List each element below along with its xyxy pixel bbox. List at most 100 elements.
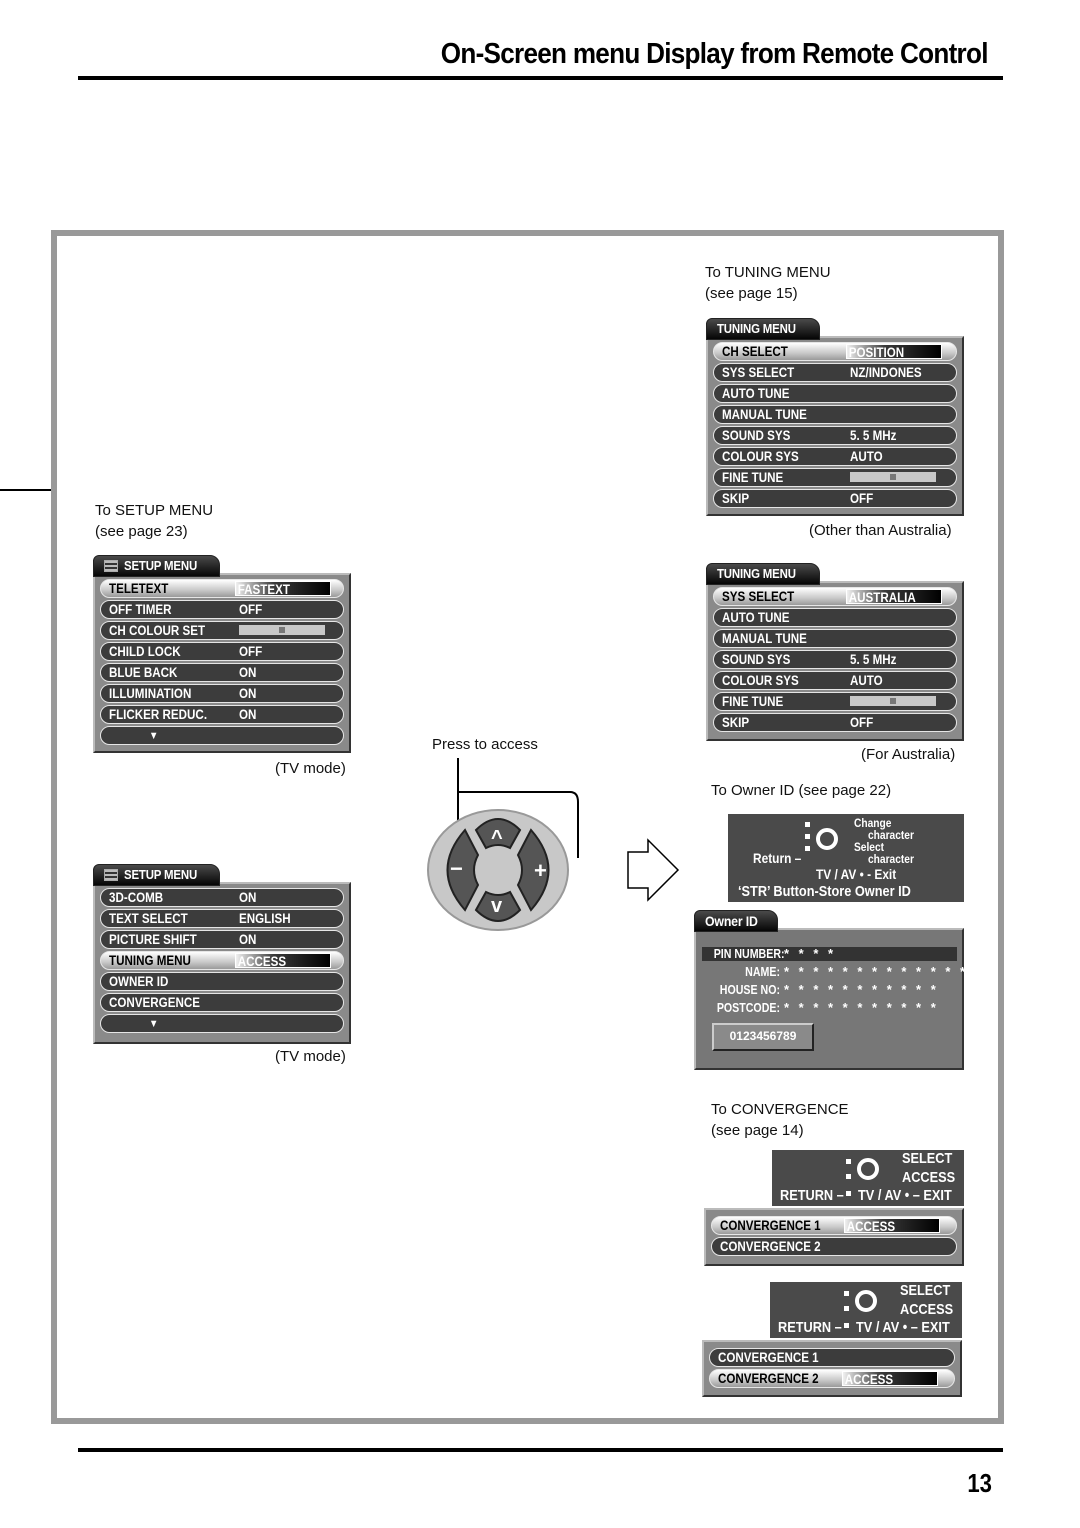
menu-item[interactable]: CONVERGENCE 1 ACCESS [711,1216,957,1235]
owner-field[interactable]: POSTCODE: * * * * * * * * * * * [702,1000,939,1015]
menu-item[interactable]: CONVERGENCE 2 ACCESS [709,1369,955,1388]
menu-item[interactable]: FLICKER REDUC. ON [100,705,344,724]
menu-item[interactable]: SYS SELECT AUSTRALIA [713,587,957,606]
menu-item[interactable]: MANUAL TUNE [713,405,957,424]
owner-field-value: * * * * * * * * * * * [784,982,939,997]
menu-item[interactable]: TEXT SELECT ENGLISH [100,909,344,928]
owner-field[interactable]: NAME: * * * * * * * * * * * * * * [702,964,983,979]
menu-item[interactable]: ▼ [100,1014,344,1033]
menu-body: 3D-COMB ON TEXT SELECT ENGLISH PICTURE SHIFT… [93,882,351,1044]
menu-item[interactable]: SKIP OFF [713,713,957,732]
menu-item-label: SKIP [722,714,750,730]
selected-value-box: ACCESS [842,1371,938,1386]
button-dot [846,1174,851,1179]
menu-body: CONVERGENCE 1 ACCESS CONVERGENCE 2 [704,1208,964,1266]
setup-menu-2-note: (TV mode) [275,1048,346,1065]
menu-item[interactable]: MANUAL TUNE [713,629,957,648]
convergence-caption: To CONVERGENCE (see page 14) [711,1099,849,1141]
menu-item[interactable]: TUNING MENU ACCESS [100,951,344,970]
digits-button[interactable]: 0123456789 [712,1023,814,1051]
menu-item-label: CONVERGENCE [109,994,200,1010]
adjust-slider[interactable] [239,625,325,635]
menu-item[interactable]: SOUND SYS 5. 5 MHz [713,426,957,445]
menu-item[interactable]: AUTO TUNE [713,384,957,403]
menu-item-label: AUTO TUNE [722,385,790,401]
menu-item[interactable]: SKIP OFF [713,489,957,508]
caption-line: To SETUP MENU [95,502,214,519]
caption-line: (see page 14) [711,1122,804,1139]
slider-knob[interactable] [890,698,896,704]
menu-tab: TUNING MENU [706,563,820,585]
menu-item[interactable]: OFF TIMER OFF [100,600,344,619]
menu-body: CH SELECT POSITION SYS SELECT NZ/INDONES AUT… [706,336,964,516]
menu-item-value: NZ/INDONES [850,364,922,380]
menu-item[interactable]: CONVERGENCE 1 [709,1348,955,1367]
menu-item-label: TEXT SELECT [109,910,188,926]
menu-item[interactable]: 3D-COMB ON [100,888,344,907]
minus-glyph: − [450,856,463,881]
menu-body: TELETEXT FASTEXT OFF TIMER OFF CH COLOUR SET… [93,573,351,753]
menu-item-label: MANUAL TUNE [722,630,807,646]
menu-item[interactable]: FINE TUNE [713,468,957,487]
menu-item-label: PICTURE SHIFT [109,931,197,947]
menu-item-label: BLUE BACK [109,664,178,680]
menu-item[interactable]: SOUND SYS 5. 5 MHz [713,650,957,669]
menu-item-value: ON [239,706,257,722]
menu-item[interactable]: BLUE BACK ON [100,663,344,682]
menu-tab: SETUP MENU [93,555,220,577]
menu-item[interactable]: FINE TUNE [713,692,957,711]
menu-item-label: SOUND SYS [722,427,791,443]
owner-field-value: * * * * * * * * * * * * * * [784,964,983,979]
menu-item-value: ACCESS [844,1372,894,1387]
menu-item-label: 3D-COMB [109,889,164,905]
help-exit: TV / AV • – EXIT [856,1319,950,1336]
menu-item[interactable]: CONVERGENCE 2 [711,1237,957,1256]
selected-value-box: FASTEXT [235,581,331,596]
menu-item[interactable]: CH SELECT POSITION [713,342,957,361]
selected-value-box: POSITION [846,344,942,359]
menu-item[interactable]: ILLUMINATION ON [100,684,344,703]
adjust-slider[interactable] [850,696,936,706]
menu-item-label: CONVERGENCE 1 [720,1217,821,1233]
menu-item-label: ▼ [149,1017,159,1030]
menu-item[interactable]: COLOUR SYS AUTO [713,671,957,690]
menu-item-label: ▼ [149,729,159,742]
arrow-right-icon [627,838,680,902]
menu-item[interactable]: SYS SELECT NZ/INDONES [713,363,957,382]
menu-item-value: OFF [850,714,874,730]
owner-id-tab: Owner ID [694,910,778,932]
owner-id-caption: To Owner ID (see page 22) [711,782,892,799]
menu-item-label: SYS SELECT [722,588,795,604]
slider-knob[interactable] [890,474,896,480]
menu-item-label: FLICKER REDUC. [109,706,208,722]
menu-item-value: ON [239,889,257,905]
plus-glyph: + [534,858,547,883]
menu-item[interactable]: AUTO TUNE [713,608,957,627]
selected-value-box: ACCESS [844,1218,940,1233]
menu-item[interactable]: COLOUR SYS AUTO [713,447,957,466]
owner-field[interactable]: HOUSE NO: * * * * * * * * * * * [702,982,939,997]
menu-item-label: CONVERGENCE 2 [718,1370,819,1386]
setup-menu-caption: To SETUP MENU (see page 23) [95,500,213,542]
bottom-rule [78,1448,1003,1452]
adjust-slider[interactable] [850,472,936,482]
menu-item[interactable]: OWNER ID [100,972,344,991]
menu-item[interactable]: TELETEXT FASTEXT [100,579,344,598]
tuning-menu-2-note: (For Australia) [861,746,956,763]
menu-item-value: ENGLISH [239,910,291,926]
menu-item-value: 5. 5 MHz [850,427,897,443]
menu-item[interactable]: CONVERGENCE [100,993,344,1012]
menu-item-label: SOUND SYS [722,651,791,667]
help-return: RETURN – [778,1319,842,1336]
menu-item[interactable]: ▼ [100,726,344,745]
page-title: On-Screen menu Display from Remote Contr… [441,38,989,70]
menu-item-value: OFF [850,490,874,506]
menu-item-value: POSITION [848,345,905,360]
owner-id-help-panel: Change character Select character Return… [728,814,964,902]
menu-item[interactable]: CHILD LOCK OFF [100,642,344,661]
slider-knob[interactable] [279,627,285,633]
menu-item[interactable]: PICTURE SHIFT ON [100,930,344,949]
menu-item[interactable]: CH COLOUR SET [100,621,344,640]
owner-field[interactable]: PIN NUMBER:* * * * [702,946,836,961]
tab-label: TUNING MENU [717,566,796,581]
